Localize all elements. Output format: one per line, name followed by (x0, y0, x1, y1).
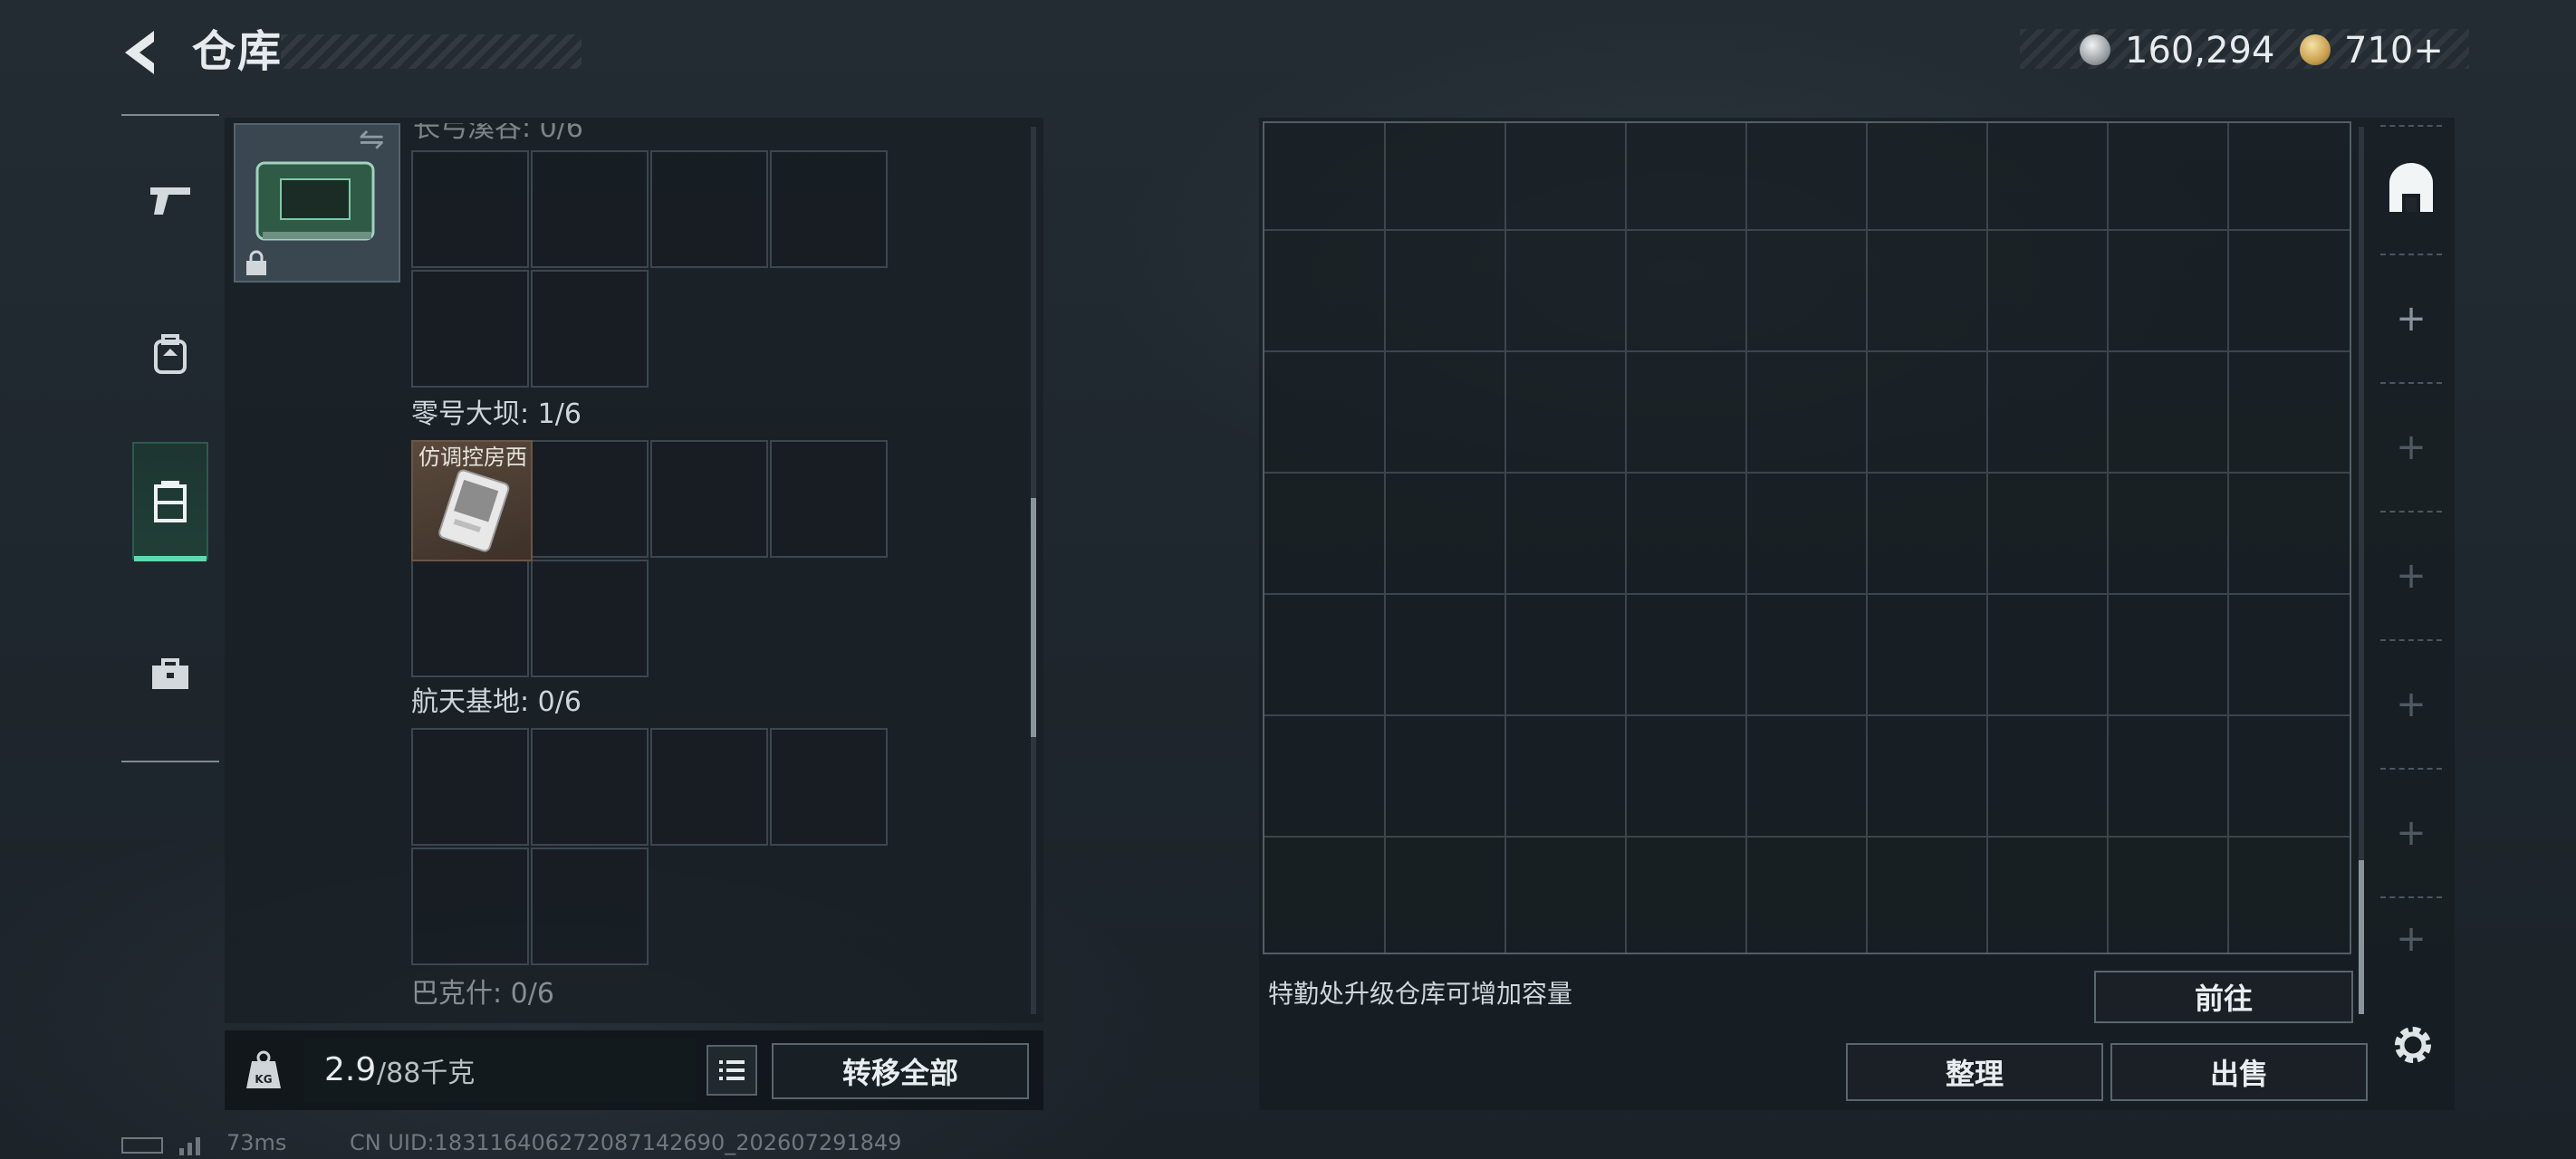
grid-cell[interactable] (770, 728, 888, 846)
grid-cell[interactable] (650, 440, 768, 558)
grid-cell[interactable] (411, 848, 529, 965)
section-label-dam: 零号大坝: 1/6 (411, 398, 582, 430)
section-label-bakesh: 巴克什: 0/6 (411, 978, 554, 1010)
section-label-spacebase: 航天基地: 0/6 (411, 686, 582, 718)
grid-cell[interactable] (411, 728, 529, 846)
grid-cell[interactable] (770, 440, 888, 558)
ping-text: 73ms (226, 1130, 287, 1155)
grid-cell[interactable] (531, 270, 649, 388)
battery-icon (121, 1137, 163, 1154)
add-storage-tab-button[interactable]: + (2368, 641, 2455, 768)
svg-text:KG: KG (255, 1073, 272, 1086)
grid-cell[interactable] (531, 848, 649, 965)
signal-icon (178, 1130, 214, 1155)
weight-icon: KG (245, 1049, 283, 1092)
weight-max: /88千克 (377, 1058, 476, 1089)
transfer-all-button[interactable]: 转移全部 (772, 1043, 1029, 1099)
weight-value: 2.9 (324, 1051, 377, 1088)
silver-amount: 160,294 (2125, 30, 2275, 72)
add-storage-tab-button[interactable]: + (2368, 255, 2455, 382)
warehouse-icon (2389, 163, 2433, 212)
grid-cell[interactable] (411, 270, 529, 388)
goto-button[interactable]: 前往 (2094, 971, 2353, 1023)
left-scrollbar-thumb[interactable] (1031, 498, 1036, 737)
backpack-icon (154, 334, 187, 374)
back-arrow-icon (125, 31, 154, 74)
page-title: 仓库 (192, 26, 284, 77)
add-storage-tab-button[interactable]: + (2368, 770, 2455, 896)
lock-icon (245, 250, 268, 277)
grid-cell[interactable] (531, 560, 649, 677)
locker-icon (154, 481, 187, 522)
list-icon (719, 1060, 745, 1080)
rail-item-storage[interactable] (132, 442, 208, 561)
rail-item-weapons[interactable] (132, 141, 208, 259)
grid-cell[interactable] (531, 150, 649, 268)
upgrade-hint: 特勤处升级仓库可增加容量 (1268, 979, 1573, 1009)
grid-cell[interactable] (650, 150, 768, 268)
swap-icon[interactable]: ⇋ (359, 121, 385, 158)
list-view-button[interactable] (706, 1045, 757, 1096)
right-scrollbar-thumb[interactable] (2359, 860, 2364, 1014)
gold-amount[interactable]: 710+ (2344, 24, 2444, 78)
uid-text: CN UID:18311640627208714269​0_2026072918… (350, 1130, 902, 1155)
silver-coin-icon (2080, 34, 2110, 65)
grid-cell[interactable] (411, 560, 529, 677)
storage-grid[interactable] (1263, 121, 2351, 954)
grid-cell[interactable] (770, 150, 888, 268)
add-storage-tab-button[interactable]: + (2368, 512, 2455, 639)
item-name: 仿调控房西 (418, 445, 527, 470)
title-decoration (281, 34, 582, 69)
storage-grid-lines (1264, 123, 2350, 953)
rail-top-line (121, 114, 219, 116)
settings-button[interactable] (2388, 1020, 2438, 1070)
pistol-icon (150, 187, 190, 215)
rail-item-toolbox[interactable] (132, 616, 208, 733)
grid-cell[interactable] (650, 728, 768, 846)
back-button[interactable] (116, 24, 170, 81)
rail-item-equipment[interactable] (132, 295, 208, 413)
sort-button[interactable]: 整理 (1846, 1043, 2103, 1101)
storage-tab-main[interactable] (2368, 125, 2455, 252)
gold-coin-icon (2300, 34, 2331, 65)
grid-cell[interactable] (531, 440, 649, 558)
add-storage-tab-button[interactable]: + (2368, 384, 2455, 511)
grid-cell[interactable] (411, 150, 529, 268)
toolbox-icon (152, 658, 188, 689)
section-label-changgong: 长弓溪谷: 0/6 (413, 112, 583, 144)
add-storage-tab-button[interactable]: + (2368, 898, 2455, 980)
gear-icon (2395, 1027, 2431, 1063)
rail-bottom-line (121, 761, 219, 762)
sell-button[interactable]: 出售 (2110, 1043, 2368, 1101)
storage-tabs-rail: + + + + + + (2368, 114, 2455, 983)
grid-cell[interactable] (531, 728, 649, 846)
category-rail (121, 114, 219, 762)
